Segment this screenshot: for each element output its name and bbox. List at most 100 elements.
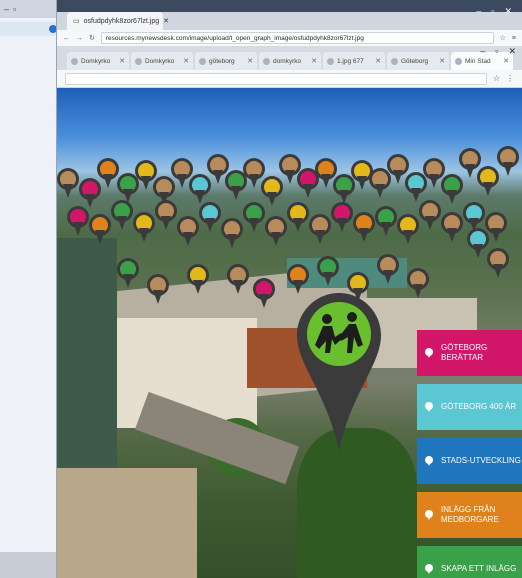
map-pin[interactable] — [377, 254, 399, 284]
menu-icon[interactable]: ≡ — [512, 35, 516, 42]
big-map-pin[interactable] — [297, 293, 381, 453]
category-button[interactable]: GÖTEBORG 400 ÅR — [417, 384, 522, 430]
url-text: resources.mynewsdesk.com/image/upload/t_… — [105, 34, 364, 42]
building — [57, 238, 117, 488]
minimize-icon[interactable]: – — [4, 4, 9, 14]
close-tab-icon[interactable]: ✕ — [375, 57, 381, 65]
map-pin[interactable] — [487, 248, 509, 278]
category-button-label: GÖTEBORG BERÄTTAR — [441, 343, 488, 362]
minimize-icon[interactable]: – — [476, 6, 481, 17]
close-tab-icon[interactable]: ✕ — [311, 57, 317, 65]
close-tab-icon[interactable]: ✕ — [119, 57, 125, 65]
menu-icon[interactable]: ⋮ — [506, 74, 514, 83]
maximize-icon[interactable]: ▫ — [13, 4, 16, 14]
category-button[interactable]: STADS-UTVECKLING — [417, 438, 522, 484]
forward-icon[interactable]: → — [76, 35, 83, 42]
address-bar[interactable] — [65, 72, 487, 85]
map-pin[interactable] — [89, 214, 111, 244]
background-window-bottom — [0, 552, 61, 578]
map-pin[interactable] — [253, 278, 275, 308]
map-pin[interactable] — [441, 212, 463, 242]
map-pin[interactable] — [221, 218, 243, 248]
plaza — [57, 468, 197, 578]
star-icon[interactable]: ☆ — [493, 74, 500, 83]
tab-label: göteborg — [209, 57, 235, 65]
tab-item[interactable]: Domkyrko ✕ — [131, 52, 193, 70]
favicon-icon — [455, 57, 462, 65]
big-pin-face — [307, 302, 371, 366]
tab-item[interactable]: domkyrko ✕ — [259, 52, 321, 70]
map-pin[interactable] — [397, 214, 419, 244]
background-window: – ▫ — [0, 0, 62, 578]
map-pin[interactable] — [419, 200, 441, 230]
tab-label: domkyrko — [273, 57, 302, 65]
tab-item[interactable]: Göteborg ✕ — [387, 52, 449, 70]
category-button[interactable]: GÖTEBORG BERÄTTAR — [417, 330, 522, 376]
map-pin[interactable] — [111, 200, 133, 230]
image-browser-window: – ▫ ✕ ▭ osfudpdyhk8zor67lzt.jpg ✕ ← → ↻ … — [56, 0, 522, 50]
tab-label: Min Stad — [465, 57, 491, 65]
main-browser-window: Domkyrko ✕ Domkyrko ✕ göteborg ✕ domkyrko ✕ 1.jp… — [56, 46, 522, 578]
background-window-row — [0, 22, 61, 36]
tab-item[interactable]: göteborg ✕ — [195, 52, 257, 70]
map-pin[interactable] — [67, 206, 89, 236]
tab-item[interactable]: Domkyrko ✕ — [67, 52, 129, 70]
tab-image[interactable]: ▭ osfudpdyhk8zor67lzt.jpg ✕ — [67, 12, 169, 30]
map-pin[interactable] — [97, 158, 119, 188]
map-pin[interactable] — [497, 146, 519, 176]
close-tab-icon[interactable]: ✕ — [503, 57, 509, 65]
map-pin[interactable] — [243, 202, 265, 232]
map-pin[interactable] — [57, 168, 79, 198]
map-pin[interactable] — [353, 212, 375, 242]
main-window-controls: – ▫ ✕ — [480, 46, 516, 57]
map-pin[interactable] — [375, 206, 397, 236]
map-pin[interactable] — [147, 274, 169, 304]
close-tab-icon[interactable]: ✕ — [183, 57, 189, 65]
close-icon[interactable]: ✕ — [508, 46, 516, 57]
image-window-titlebar — [57, 0, 522, 12]
category-button-label: SKAPA ETT INLÄGG — [441, 564, 517, 573]
close-icon[interactable]: ✕ — [504, 6, 512, 17]
map-pin[interactable] — [155, 200, 177, 230]
back-icon[interactable]: ← — [63, 35, 70, 42]
tab-label: osfudpdyhk8zor67lzt.jpg — [83, 17, 160, 25]
favicon-icon — [327, 57, 334, 65]
tab-label: Domkyrko — [145, 57, 175, 65]
tab-strip: Domkyrko ✕ Domkyrko ✕ göteborg ✕ domkyrko ✕ 1.jp… — [57, 46, 522, 70]
star-icon[interactable]: ☆ — [500, 34, 506, 42]
tab-label: 1.jpg 677 — [337, 57, 364, 65]
maximize-icon[interactable]: ▫ — [491, 6, 494, 17]
close-tab-icon[interactable]: ✕ — [163, 17, 169, 25]
close-tab-icon[interactable]: ✕ — [439, 57, 445, 65]
map-pin[interactable] — [177, 216, 199, 246]
map-pin[interactable] — [133, 212, 155, 242]
map-pin[interactable] — [227, 264, 249, 294]
map-pin[interactable] — [477, 166, 499, 196]
map-pin[interactable] — [199, 202, 221, 232]
map-pin[interactable] — [187, 264, 209, 294]
category-button[interactable]: INLÄGG FRÅN MEDBORGARE — [417, 492, 522, 538]
map-pin[interactable] — [467, 228, 489, 258]
city-3d-map[interactable]: GÖTEBORG BERÄTTAR GÖTEBORG 400 ÅR STADS-UT… — [57, 88, 522, 578]
map-pin[interactable] — [347, 272, 369, 302]
category-button-label: GÖTEBORG 400 ÅR — [441, 402, 517, 411]
map-pin[interactable] — [309, 214, 331, 244]
map-pin[interactable] — [331, 202, 353, 232]
category-button[interactable]: SKAPA ETT INLÄGG — [417, 546, 522, 578]
map-pin[interactable] — [265, 216, 287, 246]
minimize-icon[interactable]: – — [480, 46, 485, 57]
reload-icon[interactable]: ↻ — [89, 34, 95, 42]
tab-item[interactable]: 1.jpg 677 ✕ — [323, 52, 385, 70]
tab-list: Domkyrko ✕ Domkyrko ✕ göteborg ✕ domkyrko ✕ 1.jp… — [67, 52, 513, 70]
map-pin[interactable] — [117, 258, 139, 288]
maximize-icon[interactable]: ▫ — [495, 46, 498, 57]
map-pin[interactable] — [287, 264, 309, 294]
map-marker-icon — [425, 348, 433, 358]
address-bar[interactable]: resources.mynewsdesk.com/image/upload/t_… — [100, 32, 494, 44]
map-pin[interactable] — [317, 256, 339, 286]
map-pin[interactable] — [287, 202, 309, 232]
close-tab-icon[interactable]: ✕ — [247, 57, 253, 65]
map-pin[interactable] — [407, 268, 429, 298]
map-pin[interactable] — [441, 174, 463, 204]
category-button-label: STADS-UTVECKLING — [441, 456, 521, 465]
